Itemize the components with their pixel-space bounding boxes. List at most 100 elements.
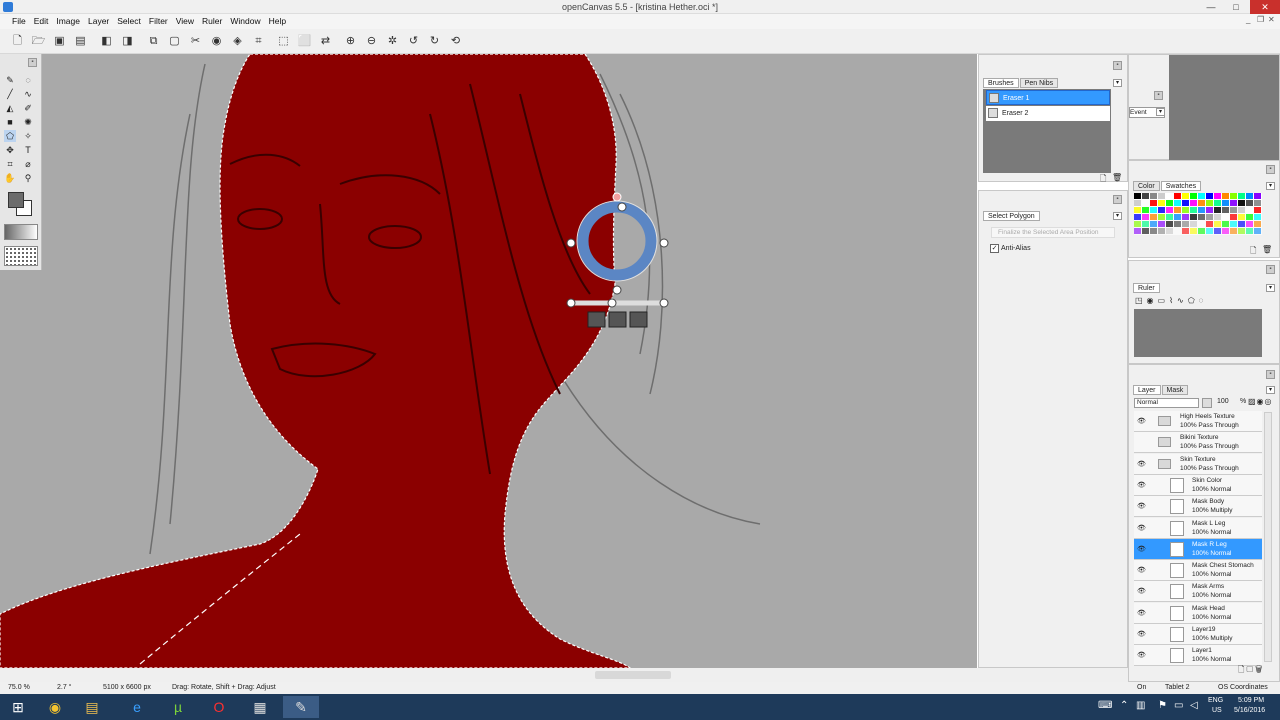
file-explorer-icon[interactable]: ▤: [74, 696, 110, 718]
tab-brushes[interactable]: Brushes: [983, 78, 1019, 88]
swatch-cell[interactable]: [1206, 200, 1214, 207]
tab-layer[interactable]: Layer: [1133, 385, 1161, 395]
layer-row[interactable]: 👁 Layer19 100% Multiply: [1134, 624, 1262, 645]
swatch-cell[interactable]: [1182, 221, 1190, 228]
visibility-eye-icon[interactable]: 👁: [1137, 587, 1146, 595]
swatch-cell[interactable]: [1150, 200, 1158, 207]
menu-file[interactable]: File: [8, 14, 30, 28]
swatch-cell[interactable]: [1246, 193, 1254, 200]
select-rect-icon[interactable]: ⬚: [276, 34, 291, 49]
eyedropper-tool-icon[interactable]: ⌀: [22, 158, 34, 170]
swatch-cell[interactable]: [1238, 214, 1246, 221]
layer-row[interactable]: Bikini Texture 100% Pass Through: [1134, 432, 1262, 454]
cut-icon[interactable]: ✂: [188, 34, 203, 49]
stamp-icon[interactable]: ◉: [209, 34, 224, 49]
crop-tool-icon[interactable]: ⌗: [4, 158, 16, 170]
doc-close-icon[interactable]: ✕: [1268, 15, 1275, 24]
foreground-color-swatch[interactable]: [8, 192, 24, 208]
swatch-cell[interactable]: [1222, 221, 1230, 228]
open-icon[interactable]: 🗁: [31, 34, 46, 49]
tab-color[interactable]: Color: [1133, 181, 1160, 191]
zoom-tool-icon[interactable]: ⚲: [22, 172, 34, 184]
swatch-cell[interactable]: [1246, 214, 1254, 221]
brushes-menu-icon[interactable]: ▾: [1113, 79, 1122, 87]
layer-row[interactable]: 👁 Skin Color 100% Normal: [1134, 474, 1262, 496]
swatch-cell[interactable]: [1246, 200, 1254, 207]
color-menu-icon[interactable]: ▾: [1266, 182, 1275, 190]
rotation-handle-inner[interactable]: [617, 202, 627, 212]
brush-add-icon[interactable]: 🗋: [1100, 173, 1106, 187]
visibility-eye-icon[interactable]: 👁: [1137, 481, 1146, 489]
swatch-cell[interactable]: [1158, 221, 1166, 228]
swatch-cell[interactable]: [1198, 193, 1206, 200]
finalize-selection-button[interactable]: Finalize the Selected Area Position: [991, 227, 1115, 238]
tray-lang[interactable]: ENG: [1208, 697, 1223, 704]
zoom-fit-button[interactable]: [608, 311, 627, 328]
swatch-cell[interactable]: [1230, 193, 1238, 200]
swatch-cell[interactable]: [1158, 193, 1166, 200]
swatch-cell[interactable]: [1142, 221, 1150, 228]
ruler-panel-close-icon[interactable]: ▪: [1266, 265, 1275, 274]
hand-tool-icon[interactable]: ✋: [4, 172, 16, 184]
swatch-cell[interactable]: [1166, 228, 1174, 235]
gradient-preview[interactable]: [4, 224, 38, 240]
swatch-cell[interactable]: [1142, 207, 1150, 214]
layer-lock-icons[interactable]: ▨◉◎: [1248, 397, 1273, 406]
swatch-cell[interactable]: [1190, 221, 1198, 228]
select-polygon-tool-icon[interactable]: ⬠: [4, 130, 16, 142]
event-subpanel-close-icon[interactable]: ▪: [1154, 91, 1163, 100]
swatch-cell[interactable]: [1190, 228, 1198, 235]
eraser-tool-icon[interactable]: ◌: [22, 74, 34, 86]
swatch-cell[interactable]: [1230, 228, 1238, 235]
layer-row[interactable]: 👁 Mask Chest Stomach 100% Normal: [1134, 560, 1262, 582]
rotate-reset-button[interactable]: [629, 311, 648, 328]
swatch-cell[interactable]: [1142, 193, 1150, 200]
new-icon[interactable]: 🗋: [10, 34, 25, 49]
brush-item-eraser-2[interactable]: Eraser 2: [986, 106, 1110, 121]
internet-explorer-icon[interactable]: e: [119, 696, 155, 718]
swatch-cell[interactable]: [1222, 200, 1230, 207]
magic-wand-tool-icon[interactable]: ✧: [22, 130, 34, 142]
zoom-out-icon[interactable]: ⊖: [364, 34, 379, 49]
rotate-right-icon[interactable]: ↻: [427, 34, 442, 49]
start-button-icon[interactable]: ⊞: [0, 696, 36, 718]
swatch-cell[interactable]: [1238, 200, 1246, 207]
swatch-cell[interactable]: [1238, 193, 1246, 200]
swatch-cell[interactable]: [1150, 214, 1158, 221]
swatch-cell[interactable]: [1222, 228, 1230, 235]
swatch-cell[interactable]: [1174, 207, 1182, 214]
swatch-cell[interactable]: [1254, 200, 1262, 207]
menu-image[interactable]: Image: [52, 14, 84, 28]
swatch-cell[interactable]: [1158, 207, 1166, 214]
opacity-slider-icon[interactable]: [1202, 398, 1212, 408]
back-icon[interactable]: ◧: [99, 34, 114, 49]
swatch-cell[interactable]: [1190, 193, 1198, 200]
ruler-tools-icons[interactable]: ◳◉▭⌇∿⬠◌: [1135, 296, 1207, 305]
keyboard-icon[interactable]: ⌨: [1098, 700, 1112, 711]
swatch-cell[interactable]: [1198, 214, 1206, 221]
swatch-cell[interactable]: [1198, 200, 1206, 207]
swatch-cell[interactable]: [1222, 193, 1230, 200]
swatch-cell[interactable]: [1134, 214, 1142, 221]
swatch-cell[interactable]: [1158, 228, 1166, 235]
chrome-icon[interactable]: ◉: [37, 696, 73, 718]
swatch-cell[interactable]: [1182, 214, 1190, 221]
network-icon[interactable]: ▥: [1136, 700, 1145, 711]
swatch-cell[interactable]: [1238, 228, 1246, 235]
menu-window[interactable]: Window: [226, 14, 264, 28]
swatch-cell[interactable]: [1206, 221, 1214, 228]
brushes-panel-close-icon[interactable]: ▪: [1113, 61, 1122, 70]
tool-props-menu-icon[interactable]: ▾: [1113, 212, 1122, 220]
swatch-cell[interactable]: [1174, 200, 1182, 207]
swatch-cell[interactable]: [1214, 200, 1222, 207]
swatch-cell[interactable]: [1142, 228, 1150, 235]
visibility-eye-icon[interactable]: 👁: [1137, 566, 1146, 574]
swatch-cell[interactable]: [1174, 221, 1182, 228]
swatch-cell[interactable]: [1134, 221, 1142, 228]
swatch-cell[interactable]: [1142, 214, 1150, 221]
visibility-eye-icon[interactable]: 👁: [1137, 524, 1146, 532]
event-dropdown-arrow-icon[interactable]: ▾: [1156, 108, 1165, 116]
swatch-cell[interactable]: [1190, 207, 1198, 214]
battery-icon[interactable]: ▭: [1174, 700, 1183, 711]
swatch-cell[interactable]: [1134, 193, 1142, 200]
